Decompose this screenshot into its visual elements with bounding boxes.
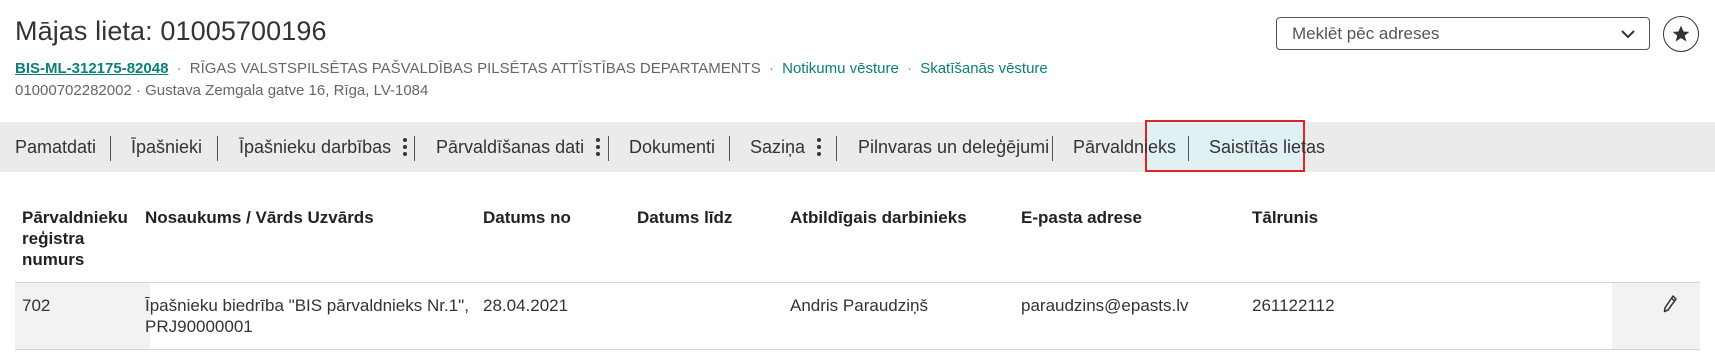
cell-employee: Andris Paraudziņš xyxy=(790,296,928,315)
tab-parvaldnieks[interactable]: Pārvaldnieks xyxy=(1073,122,1176,172)
cell-date-from: 28.04.2021 xyxy=(483,296,569,315)
cell-email: paraudzins@epasts.lv xyxy=(1021,296,1189,315)
column-header-reg-no: Pārvaldnieku reģistra numurs xyxy=(22,208,128,269)
tab-label: Pārvaldnieks xyxy=(1073,136,1177,157)
address-meta: 01000702282002 · Gustava Zemgala gatve 1… xyxy=(15,82,428,99)
tab-label: Pilnvaras un deleģējumi xyxy=(858,136,1050,157)
tab-pilnvaras[interactable]: Pilnvaras un deleģējumi xyxy=(858,122,1049,172)
column-header-date-to: Datums līdz xyxy=(637,208,733,227)
tab-ipasnieki[interactable]: Īpašnieki xyxy=(131,122,202,172)
favorite-button[interactable] xyxy=(1663,16,1699,52)
case-meta: BIS-ML-312175-82048 · RĪGAS VALSTSPILSĒT… xyxy=(15,60,1048,77)
tab-label: Pamatdati xyxy=(15,136,97,157)
column-header-date-from: Datums no xyxy=(483,208,571,227)
tab-label: Saistītās lietas xyxy=(1209,136,1326,157)
tab-divider xyxy=(1188,136,1189,161)
tab-label: Īpašnieki xyxy=(131,136,203,157)
view-history-link[interactable]: Skatīšanās vēsture xyxy=(920,60,1048,77)
address: Gustava Zemgala gatve 16, Rīga, LV-1084 xyxy=(145,82,429,99)
tab-sazina[interactable]: Saziņa xyxy=(750,122,822,172)
separator: · xyxy=(135,82,141,99)
page-title: Mājas lieta: 01005700196 xyxy=(15,16,327,46)
tab-label: Saziņa xyxy=(750,136,806,157)
case-id-link[interactable]: BIS-ML-312175-82048 xyxy=(15,60,168,77)
cadastre-number: 01000702282002 xyxy=(15,82,132,99)
column-header-phone: Tālrunis xyxy=(1252,208,1319,227)
tab-divider xyxy=(836,136,837,161)
tab-label: Dokumenti xyxy=(629,136,716,157)
separator: · xyxy=(907,60,913,77)
tab-pamatdati[interactable]: Pamatdati xyxy=(15,122,96,172)
kebab-menu-icon[interactable] xyxy=(817,138,822,156)
cell-name: Īpašnieku biedrība "BIS pārvaldnieks Nr.… xyxy=(145,296,469,336)
chevron-down-icon xyxy=(1621,30,1635,39)
tab-dokumenti[interactable]: Dokumenti xyxy=(629,122,715,172)
tab-divider xyxy=(414,136,415,161)
tab-parvaldisanas-dati[interactable]: Pārvaldīšanas dati xyxy=(436,122,601,172)
search-placeholder: Meklēt pēc adreses xyxy=(1292,23,1440,43)
tab-divider xyxy=(110,136,111,161)
department-name: RĪGAS VALSTSPILSĒTAS PAŠVALDĪBAS PILSĒTA… xyxy=(189,60,761,77)
tab-label: Īpašnieku darbības xyxy=(239,136,392,157)
event-history-link[interactable]: Notikumu vēsture xyxy=(782,60,899,77)
edit-pencil-icon[interactable] xyxy=(1660,293,1680,317)
star-icon xyxy=(1672,25,1690,42)
tab-ipasnieku-darbibas[interactable]: Īpašnieku darbības xyxy=(239,122,408,172)
tab-divider xyxy=(608,136,609,161)
kebab-menu-icon[interactable] xyxy=(403,138,408,156)
tab-divider xyxy=(1052,136,1053,161)
separator: · xyxy=(176,60,182,77)
separator: · xyxy=(768,60,774,77)
column-header-name: Nosaukums / Vārds Uzvārds xyxy=(145,208,374,227)
tab-saistitas-lietas[interactable]: Saistītās lietas xyxy=(1209,122,1325,172)
column-header-employee: Atbildīgais darbinieks xyxy=(790,208,967,227)
kebab-menu-icon[interactable] xyxy=(596,138,601,156)
address-search-select[interactable]: Meklēt pēc adreses xyxy=(1276,17,1650,50)
column-header-email: E-pasta adrese xyxy=(1021,208,1142,227)
tab-divider xyxy=(217,136,218,161)
tab-label: Pārvaldīšanas dati xyxy=(436,136,585,157)
tab-divider xyxy=(729,136,730,161)
cell-reg-no: 702 xyxy=(22,296,51,315)
cell-phone: 261122112 xyxy=(1252,296,1335,315)
